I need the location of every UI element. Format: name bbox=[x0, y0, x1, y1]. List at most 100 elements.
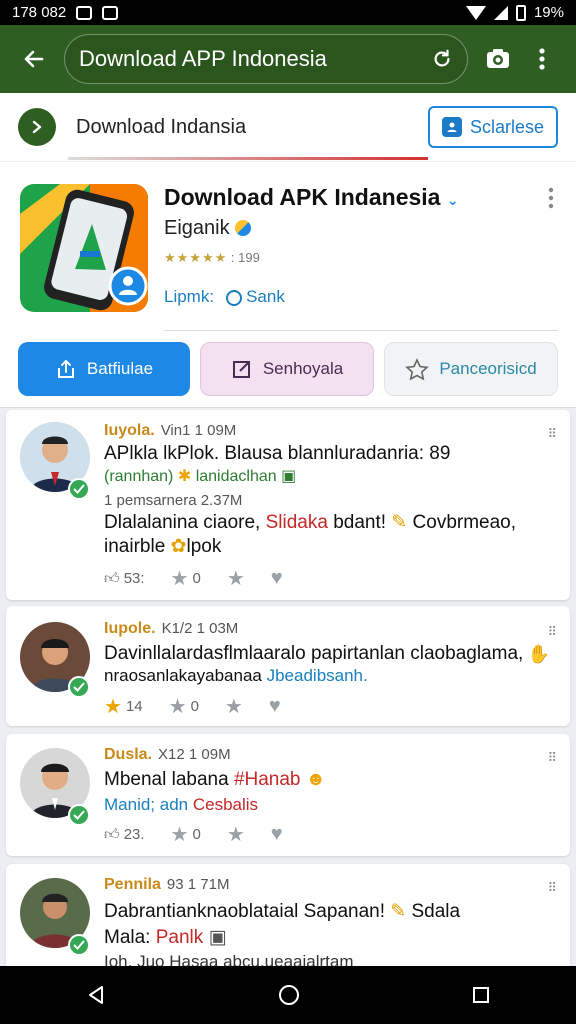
favorite-button[interactable]: ★ bbox=[227, 566, 245, 591]
action-row: Batfiulae Senhoyala Panceorisicd bbox=[18, 342, 558, 396]
battery-icon bbox=[515, 4, 526, 21]
download-button[interactable]: Batfiulae bbox=[18, 342, 190, 396]
hashtag[interactable]: #Hanab bbox=[234, 769, 301, 790]
tag-b[interactable]: Panlk bbox=[156, 927, 204, 948]
link-2: Sank bbox=[246, 287, 285, 306]
go-button[interactable] bbox=[18, 108, 56, 146]
more-vert-icon bbox=[539, 48, 545, 70]
back-button[interactable] bbox=[12, 37, 56, 81]
overflow-menu-button[interactable] bbox=[520, 37, 564, 81]
reload-icon[interactable] bbox=[431, 48, 453, 70]
tag-b[interactable]: lanidaclhan bbox=[196, 468, 277, 485]
tag-a: Mala: bbox=[104, 927, 151, 948]
url-field[interactable]: Download APP Indonesia bbox=[64, 34, 468, 84]
heart-icon: ♥ bbox=[270, 567, 283, 589]
like-count: 14 bbox=[125, 698, 143, 715]
emoji-icon: ✿ bbox=[170, 536, 187, 557]
star-count: 0 bbox=[192, 826, 201, 843]
browser-toolbar: Download APP Indonesia bbox=[0, 25, 576, 93]
search-row: Download Indansia Sclarlese bbox=[0, 93, 576, 161]
link-1[interactable]: Lipmk: bbox=[164, 287, 214, 307]
status-time: 178 082 bbox=[12, 4, 67, 21]
camera-button[interactable] bbox=[476, 37, 520, 81]
body-b[interactable]: Slidaka bbox=[266, 512, 328, 533]
recents-square-icon[interactable] bbox=[471, 985, 491, 1005]
comment-meta: Vin1 1 09M bbox=[160, 422, 237, 439]
comment-header: Iupole. K1/2 1 03M bbox=[104, 620, 238, 638]
emoji-icon: ✋ bbox=[527, 644, 550, 664]
body-e: inairble bbox=[104, 536, 166, 557]
app-title-text: Download APK Indanesia bbox=[164, 184, 441, 210]
comment-sub: 1 pemsarnera 2.37M bbox=[104, 492, 243, 509]
app-developer: Eiganik bbox=[164, 217, 252, 240]
comment-meta: K1/2 1 03M bbox=[161, 620, 239, 637]
star-count: 0 bbox=[192, 570, 201, 587]
thumb-up-icon: 👍︎ bbox=[104, 825, 120, 843]
star-count: 0 bbox=[190, 698, 199, 715]
app-links: Lipmk: Sank bbox=[164, 287, 285, 307]
signal-icon bbox=[493, 5, 508, 20]
edit-button-label: Senhoyala bbox=[262, 359, 344, 378]
comment-tags: (rannhan) ✱ lanidaclhan ▣ bbox=[104, 466, 550, 486]
author-name[interactable]: Dusla. bbox=[104, 746, 152, 763]
emoji-icon: ☻ bbox=[305, 769, 326, 790]
comment-tags: nraosanlakayabanaa Jbeadibsanh. bbox=[104, 666, 550, 686]
heart-button[interactable]: ♥ bbox=[269, 695, 281, 718]
edit-button[interactable]: Senhoyala bbox=[200, 342, 374, 396]
author-name[interactable]: Pennila bbox=[104, 876, 161, 893]
star-icon: ★ bbox=[104, 696, 122, 718]
rate-button[interactable]: ★ 14 bbox=[104, 694, 143, 719]
comment-body-2: inairble ✿lpok bbox=[104, 535, 550, 558]
tag-a[interactable]: (rannhan) bbox=[104, 468, 173, 485]
like-button[interactable]: 👍︎ 53: bbox=[104, 570, 145, 588]
comment-actions: 👍︎ 23. ★ 0 ★ ♥ bbox=[104, 822, 283, 847]
more-icon[interactable]: ⠿ bbox=[547, 426, 556, 442]
app-logo-icon[interactable] bbox=[20, 184, 148, 312]
favorite-button[interactable]: ★ bbox=[227, 822, 245, 847]
user-square-icon bbox=[441, 117, 462, 137]
author-name[interactable]: Iupole. bbox=[104, 620, 156, 637]
tag-a[interactable]: Manid; adn bbox=[104, 795, 188, 814]
more-vert-icon[interactable] bbox=[546, 186, 556, 210]
status-bar: 178 082 19% bbox=[0, 0, 576, 25]
rate-button[interactable]: ★ 0 bbox=[169, 694, 199, 719]
author-name[interactable]: Iuyola. bbox=[104, 422, 155, 439]
home-circle-icon[interactable] bbox=[277, 983, 301, 1007]
sparkle-icon: ✱ bbox=[177, 468, 192, 485]
heart-button[interactable]: ♥ bbox=[271, 567, 283, 590]
url-text: Download APP Indonesia bbox=[79, 46, 327, 71]
pencil-icon: ✎ bbox=[390, 901, 407, 922]
more-icon[interactable]: ⠿ bbox=[547, 880, 556, 896]
tag-b[interactable]: Cesbalis bbox=[193, 795, 258, 814]
more-icon[interactable]: ⠿ bbox=[547, 624, 556, 640]
more-icon[interactable]: ⠿ bbox=[547, 750, 556, 766]
rate-button[interactable]: ★ 0 bbox=[171, 822, 201, 847]
heart-icon: ♥ bbox=[270, 823, 283, 845]
comment-tags: Mala: Panlk ▣ bbox=[104, 926, 550, 949]
pencil-icon: ✎ bbox=[391, 512, 408, 533]
rate-button[interactable]: ★ 0 bbox=[171, 566, 201, 591]
favorite-button[interactable]: Panceorisicd bbox=[384, 342, 558, 396]
back-triangle-icon[interactable] bbox=[85, 984, 107, 1006]
search-button[interactable]: Sclarlese bbox=[427, 106, 558, 148]
heart-button[interactable]: ♥ bbox=[271, 823, 283, 846]
rating-stars: ★★★★★ bbox=[164, 250, 228, 265]
comment-meta: 93 1 71M bbox=[166, 876, 230, 893]
body-f: lpok bbox=[186, 536, 222, 557]
search-query[interactable]: Download Indansia bbox=[76, 116, 428, 139]
like-button[interactable]: 👍︎ 23. bbox=[104, 826, 145, 844]
chevron-down-icon[interactable]: ⌄ bbox=[447, 192, 459, 208]
link-2-wrap[interactable]: Sank bbox=[226, 287, 285, 307]
star-icon: ★ bbox=[224, 696, 243, 718]
system-nav-bar bbox=[0, 966, 576, 1024]
favorite-button[interactable]: ★ bbox=[225, 694, 243, 719]
heart-icon: ♥ bbox=[268, 695, 281, 717]
app-rating: ★★★★★ : 199 bbox=[164, 250, 260, 266]
verified-icon bbox=[68, 804, 90, 826]
thumb-up-icon: 👍︎ bbox=[104, 569, 120, 587]
star-outline-icon bbox=[405, 358, 430, 380]
verified-icon bbox=[68, 478, 90, 500]
chevron-right-icon bbox=[32, 120, 42, 134]
tag-b[interactable]: Jbeadibsanh. bbox=[267, 666, 368, 685]
arrow-left-icon bbox=[24, 50, 44, 68]
